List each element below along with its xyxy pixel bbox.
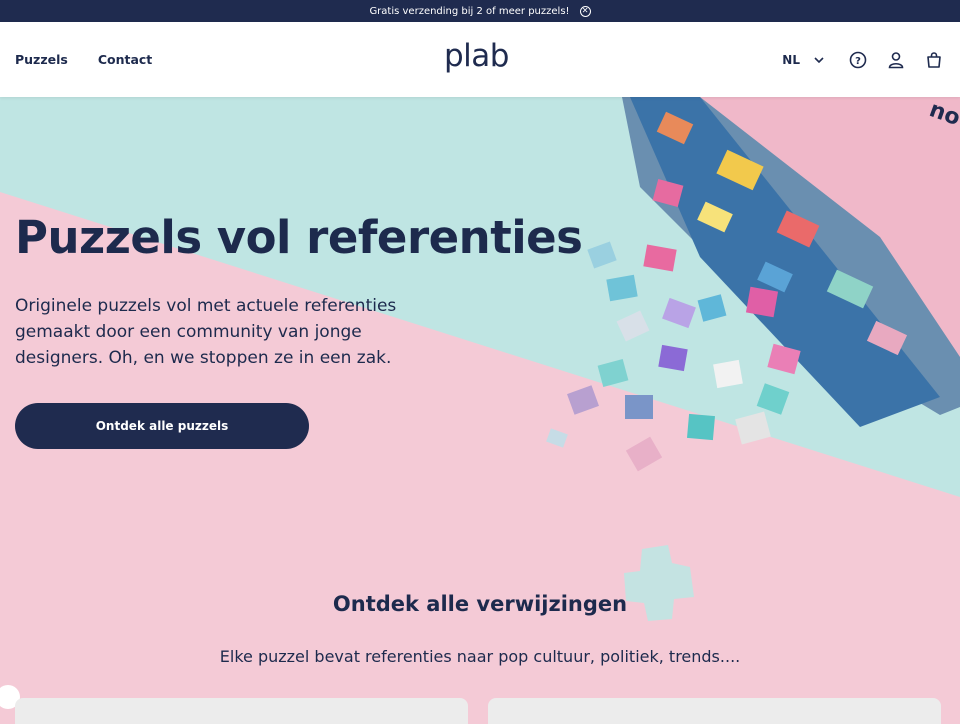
language-selector[interactable]: NL bbox=[782, 53, 824, 67]
product-card[interactable] bbox=[15, 698, 468, 724]
section-subtitle: Elke puzzel bevat referenties naar pop c… bbox=[219, 647, 741, 666]
hero-title: Puzzels vol referenties bbox=[15, 211, 583, 264]
help-icon[interactable]: ? bbox=[848, 50, 868, 70]
chevron-down-icon bbox=[814, 56, 824, 63]
nav-contact[interactable]: Contact bbox=[98, 52, 152, 67]
section-title-part1: Ontdek alle bbox=[332, 592, 470, 616]
hero-subtitle: Originele puzzels vol met actuele refere… bbox=[15, 296, 397, 368]
section-title-part2: verwijzingen bbox=[476, 592, 628, 616]
site-header: Puzzels Contact plab NL ? bbox=[0, 22, 960, 97]
svg-text:?: ? bbox=[855, 56, 861, 67]
discover-puzzles-button[interactable]: Ontdek alle puzzels bbox=[15, 403, 309, 449]
header-actions: NL ? bbox=[782, 22, 944, 97]
main-nav: Puzzels Contact bbox=[15, 22, 152, 97]
section-title: Ontdek alle verwijzingen bbox=[0, 592, 960, 616]
nav-puzzels[interactable]: Puzzels bbox=[15, 52, 68, 67]
announcement-text: Gratis verzending bij 2 of meer puzzels! bbox=[369, 5, 570, 17]
cart-icon[interactable] bbox=[924, 50, 944, 70]
hero-section: no Puzzels vol referenties Originele puz… bbox=[0, 97, 960, 724]
close-icon[interactable]: ✕ bbox=[579, 5, 591, 17]
logo[interactable]: plab bbox=[444, 38, 509, 74]
product-card[interactable] bbox=[488, 698, 941, 724]
account-icon[interactable] bbox=[886, 50, 906, 70]
language-label: NL bbox=[782, 52, 800, 67]
announcement-bar: Gratis verzending bij 2 of meer puzzels!… bbox=[0, 0, 960, 22]
